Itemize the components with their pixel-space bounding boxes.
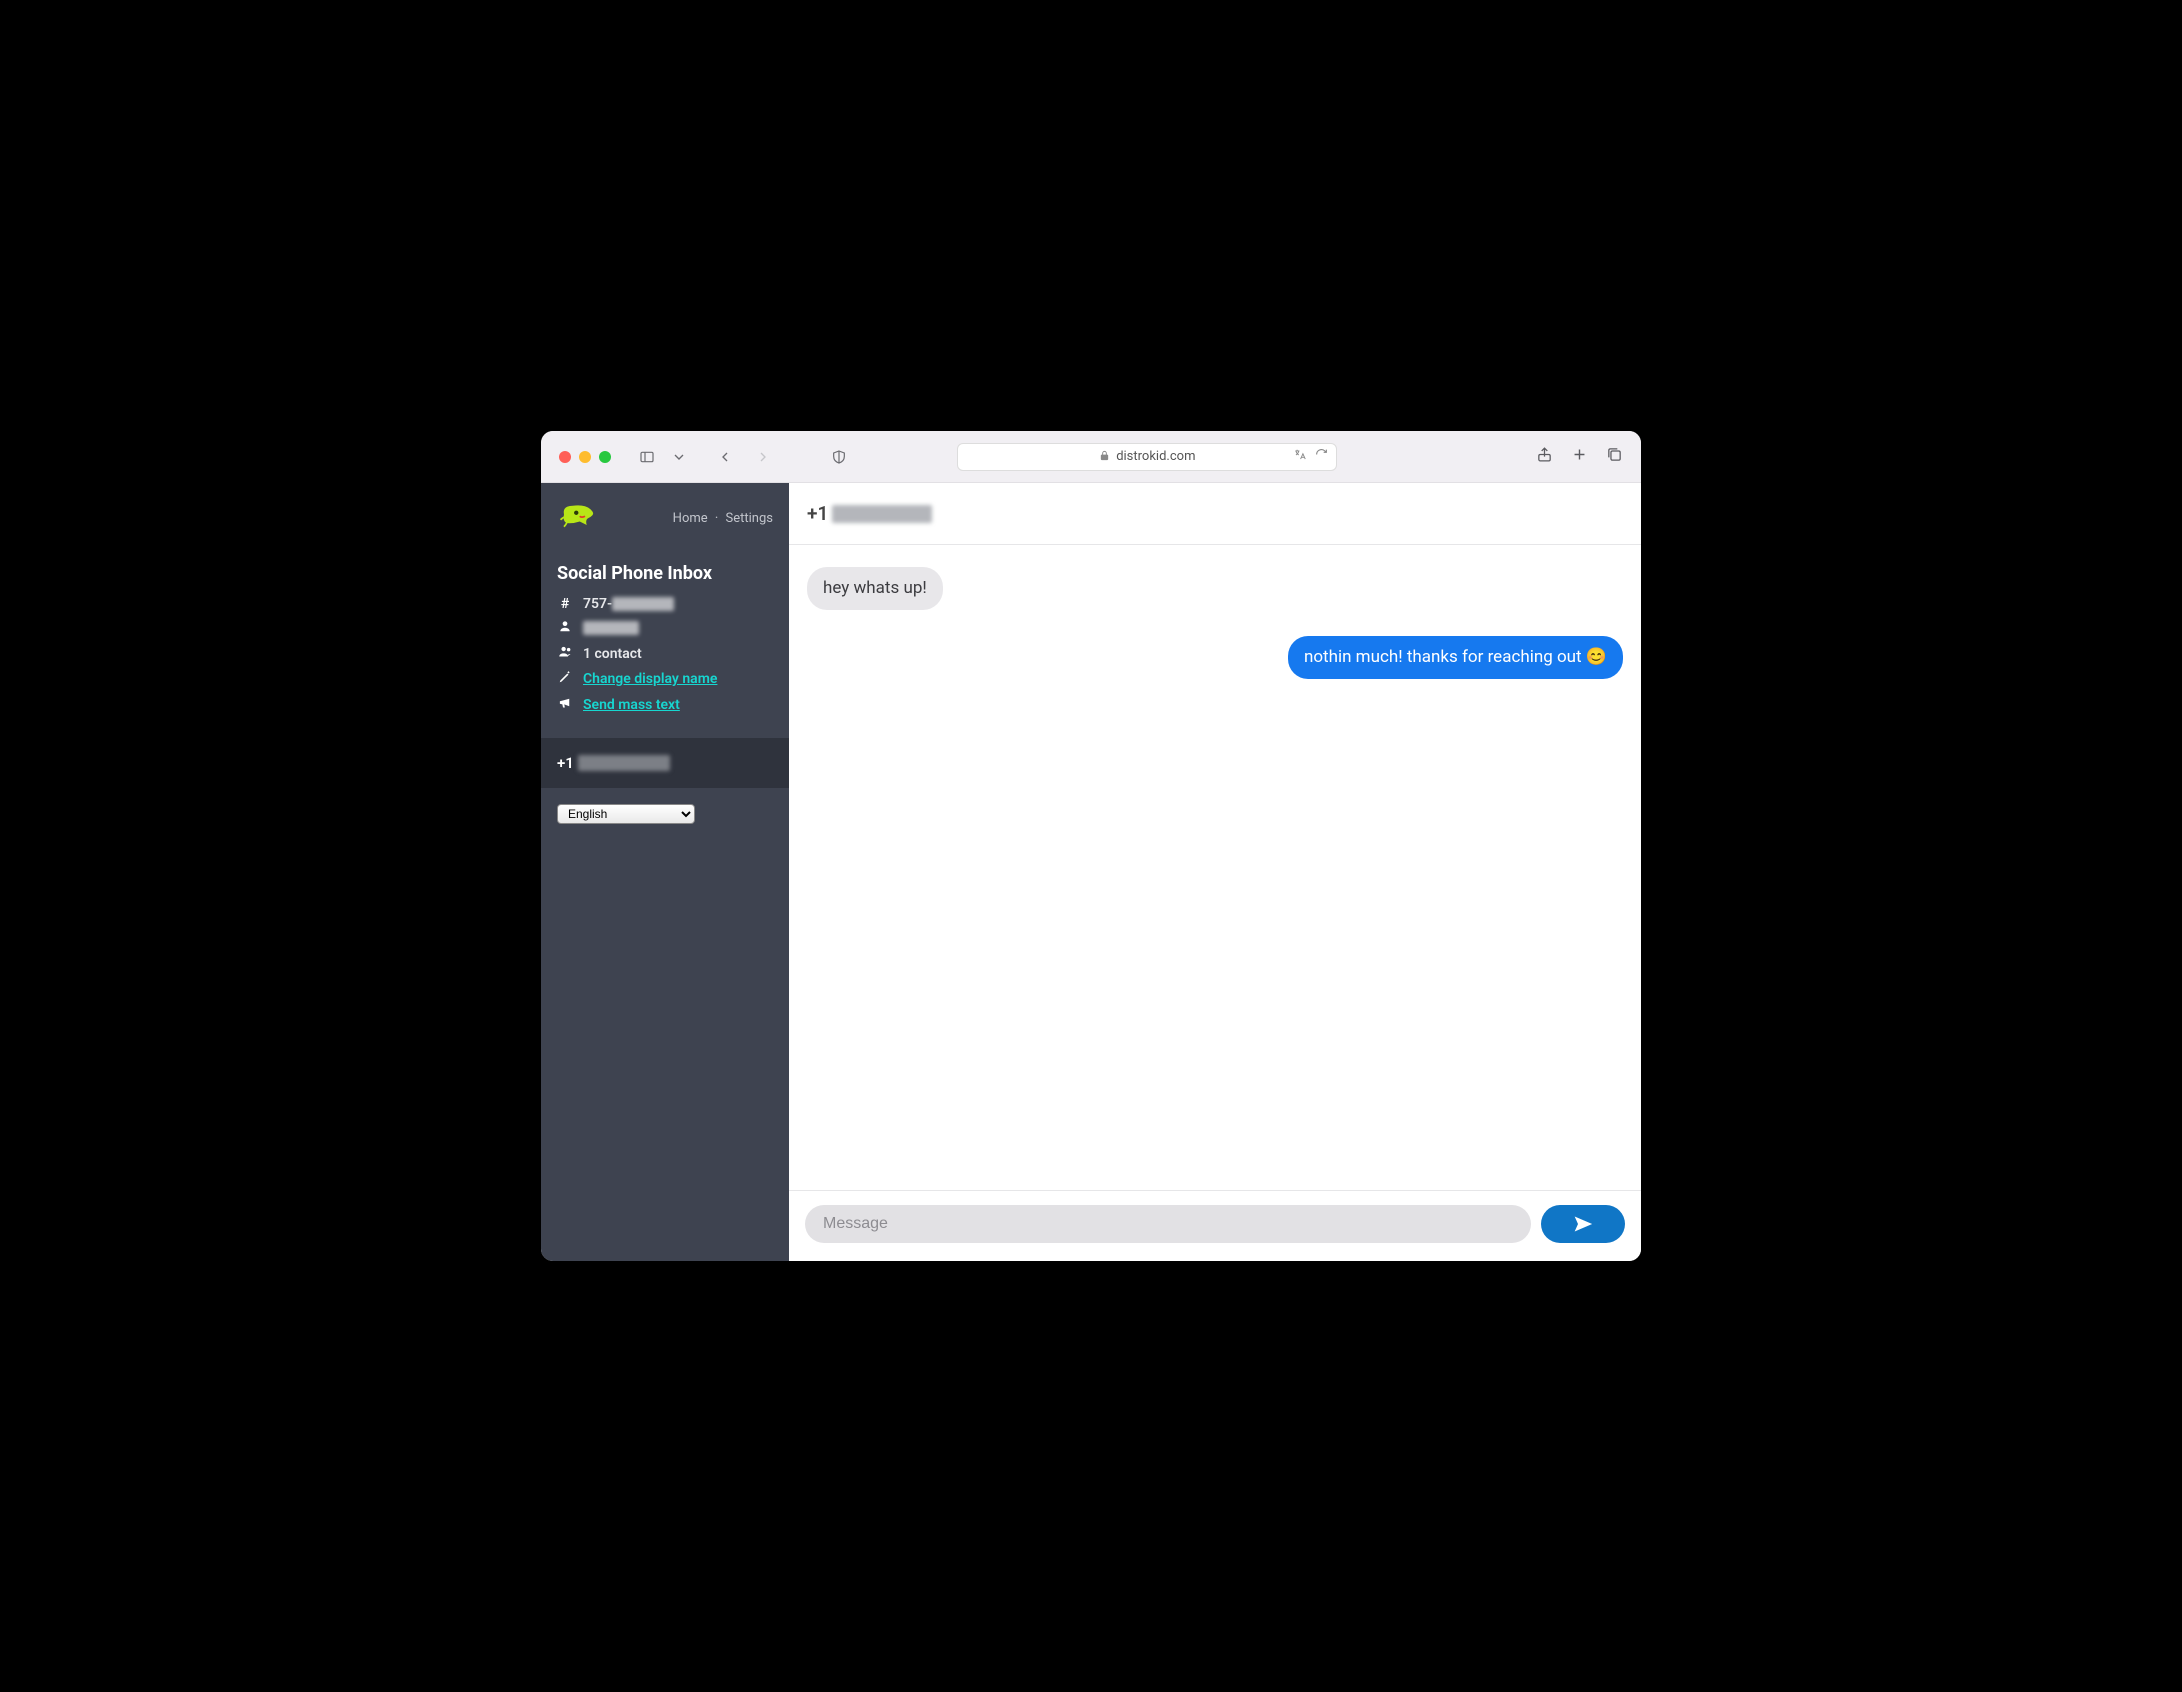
phone-number-label: 757- bbox=[583, 596, 674, 612]
chevron-down-icon[interactable] bbox=[671, 444, 687, 470]
contacts-count: 1 contact bbox=[583, 646, 642, 662]
change-display-name-link[interactable]: Change display name bbox=[583, 671, 717, 687]
address-bar[interactable]: distrokid.com bbox=[957, 443, 1337, 471]
new-tab-icon[interactable] bbox=[1571, 446, 1588, 467]
send-button[interactable] bbox=[1541, 1205, 1625, 1243]
shield-icon[interactable] bbox=[825, 444, 853, 470]
nav-separator: · bbox=[715, 511, 718, 526]
composer bbox=[789, 1190, 1641, 1261]
translate-icon[interactable] bbox=[1293, 448, 1307, 465]
browser-window: distrokid.com bbox=[541, 431, 1641, 1261]
contact-list-item[interactable]: +1 bbox=[541, 738, 789, 788]
pencil-icon bbox=[557, 670, 573, 688]
tabs-icon[interactable] bbox=[1606, 446, 1623, 467]
main-panel: +1 hey whats up! nothin much! thanks for… bbox=[789, 483, 1641, 1261]
send-mass-text-link[interactable]: Send mass text bbox=[583, 697, 680, 713]
sidebar-toggle-icon[interactable] bbox=[633, 444, 661, 470]
change-name-row: Change display name bbox=[557, 670, 773, 688]
window-controls bbox=[559, 451, 611, 463]
nav-settings[interactable]: Settings bbox=[726, 511, 773, 526]
share-icon[interactable] bbox=[1536, 446, 1553, 467]
phone-prefix: 757- bbox=[583, 596, 612, 612]
lock-icon bbox=[1099, 450, 1110, 464]
url-text: distrokid.com bbox=[1116, 449, 1195, 464]
hash-icon: # bbox=[557, 596, 573, 612]
maximize-window-button[interactable] bbox=[599, 451, 611, 463]
redacted-name bbox=[583, 621, 639, 635]
incoming-message: hey whats up! bbox=[807, 567, 943, 610]
distrokid-logo[interactable] bbox=[557, 497, 599, 539]
sidebar-info: # 757- 1 contact bbox=[541, 596, 789, 728]
chat-header-prefix: +1 bbox=[807, 502, 828, 525]
browser-chrome: distrokid.com bbox=[541, 431, 1641, 483]
mass-text-row: Send mass text bbox=[557, 695, 773, 714]
user-icon bbox=[557, 619, 573, 637]
reload-icon[interactable] bbox=[1315, 448, 1328, 465]
sidebar: Home · Settings Social Phone Inbox # 757… bbox=[541, 483, 789, 1261]
forward-button[interactable] bbox=[749, 444, 777, 470]
contact-prefix: +1 bbox=[557, 754, 574, 772]
sidebar-title: Social Phone Inbox bbox=[541, 545, 789, 596]
nav-home[interactable]: Home bbox=[673, 511, 708, 526]
contacts-icon bbox=[557, 644, 573, 663]
back-button[interactable] bbox=[711, 444, 739, 470]
bullhorn-icon bbox=[557, 695, 573, 714]
close-window-button[interactable] bbox=[559, 451, 571, 463]
minimize-window-button[interactable] bbox=[579, 451, 591, 463]
sidebar-nav: Home · Settings bbox=[673, 511, 773, 526]
redacted-chat-number bbox=[832, 505, 932, 523]
language-select[interactable]: English bbox=[557, 804, 695, 824]
display-name-row bbox=[557, 619, 773, 637]
contacts-row: 1 contact bbox=[557, 644, 773, 663]
redacted-phone bbox=[612, 597, 674, 611]
app-container: Home · Settings Social Phone Inbox # 757… bbox=[541, 483, 1641, 1261]
phone-number-row: # 757- bbox=[557, 596, 773, 612]
chat-header: +1 bbox=[789, 483, 1641, 545]
redacted-contact-number bbox=[578, 755, 670, 771]
send-icon bbox=[1573, 1214, 1593, 1234]
outgoing-message: nothin much! thanks for reaching out 😊 bbox=[1288, 636, 1623, 679]
message-input[interactable] bbox=[805, 1205, 1531, 1243]
message-thread: hey whats up! nothin much! thanks for re… bbox=[789, 545, 1641, 1190]
